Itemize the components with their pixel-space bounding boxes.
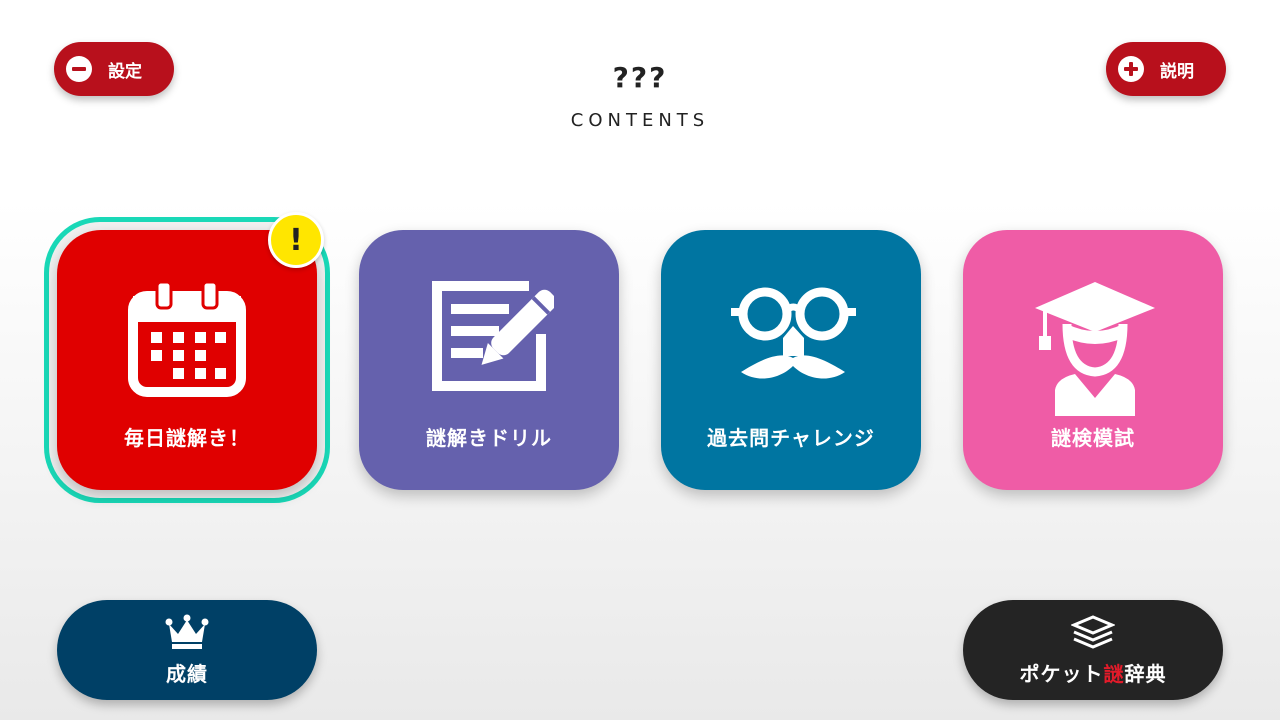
results-button[interactable]: 成績 xyxy=(57,600,317,700)
settings-label: 設定 xyxy=(108,61,142,82)
help-label: 説明 xyxy=(1160,61,1194,82)
graduate-icon xyxy=(1035,282,1155,416)
tile-mock-exam[interactable]: 謎検模試 xyxy=(963,230,1223,490)
logo: ??? CONTENTS xyxy=(560,60,720,131)
tile-label: 過去問チャレンジ xyxy=(707,426,875,450)
dictionary-label-post: 辞典 xyxy=(1124,662,1167,686)
logo-mark: ??? xyxy=(612,61,668,94)
page-title: CONTENTS xyxy=(570,110,710,131)
help-button[interactable]: 説明 xyxy=(1106,42,1226,96)
book-stack-icon xyxy=(1071,615,1115,649)
alert-badge: ! xyxy=(268,212,324,268)
tile-daily-puzzle[interactable]: 毎日謎解き！ xyxy=(57,230,317,490)
minus-icon xyxy=(66,56,92,82)
tile-past-challenge[interactable]: 過去問チャレンジ xyxy=(661,230,921,490)
calendar-icon xyxy=(128,280,246,397)
tile-label: 謎解きドリル xyxy=(426,426,552,450)
crown-icon xyxy=(165,614,209,649)
dictionary-label-pre: ポケット xyxy=(1019,662,1104,686)
pocket-dictionary-button[interactable]: ポケット謎辞典 xyxy=(963,600,1223,700)
dictionary-label: ポケット謎辞典 xyxy=(963,658,1223,687)
dictionary-label-highlight: 謎 xyxy=(1103,662,1125,686)
settings-button[interactable]: 設定 xyxy=(54,42,174,96)
tile-label: 毎日謎解き！ xyxy=(124,426,250,450)
glasses-mustache-icon xyxy=(731,287,856,379)
plus-icon xyxy=(1118,56,1144,82)
tile-label: 謎検模試 xyxy=(1051,426,1135,450)
tile-puzzle-drill[interactable]: 謎解きドリル xyxy=(359,230,619,490)
notebook-pen-icon xyxy=(432,281,554,391)
results-label: 成績 xyxy=(166,662,208,686)
